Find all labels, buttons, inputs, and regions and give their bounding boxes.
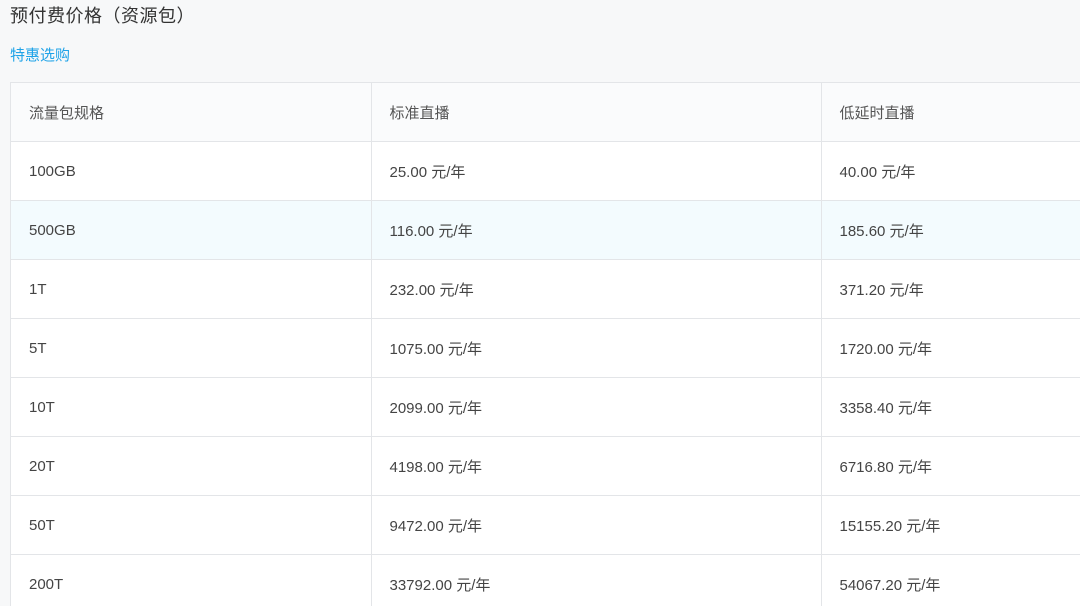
table-row: 200T 33792.00 元/年 54067.20 元/年 [11, 554, 1080, 606]
cell-standard-price: 25.00 元/年 [371, 141, 822, 201]
cell-package-size: 200T [11, 554, 372, 606]
cell-low-latency-price: 40.00 元/年 [821, 141, 1080, 201]
cell-standard-price: 116.00 元/年 [371, 200, 822, 260]
table-row: 1T 232.00 元/年 371.20 元/年 [11, 259, 1080, 319]
cell-standard-price: 9472.00 元/年 [371, 495, 822, 555]
table-header-row: 流量包规格 标准直播 低延时直播 [11, 83, 1080, 142]
promo-purchase-link[interactable]: 特惠选购 [10, 46, 70, 66]
cell-package-size: 100GB [11, 141, 372, 201]
page-title: 预付费价格（资源包） [10, 6, 195, 26]
cell-standard-price: 2099.00 元/年 [371, 377, 822, 437]
cell-package-size: 50T [11, 495, 372, 555]
cell-standard-price: 232.00 元/年 [371, 259, 822, 319]
table-row: 20T 4198.00 元/年 6716.80 元/年 [11, 436, 1080, 496]
table-row: 100GB 25.00 元/年 40.00 元/年 [11, 141, 1080, 201]
price-table: 流量包规格 标准直播 低延时直播 100GB 25.00 元/年 40.00 元… [11, 83, 1080, 606]
cell-package-size: 10T [11, 377, 372, 437]
cell-low-latency-price: 1720.00 元/年 [821, 318, 1080, 378]
table-row: 10T 2099.00 元/年 3358.40 元/年 [11, 377, 1080, 437]
cell-standard-price: 1075.00 元/年 [371, 318, 822, 378]
page: 预付费价格（资源包） 特惠选购 流量包规格 标准直播 低延时直播 100GB 2… [0, 0, 1080, 606]
table-row: 5T 1075.00 元/年 1720.00 元/年 [11, 318, 1080, 378]
column-header-package-size: 流量包规格 [11, 83, 372, 142]
cell-package-size: 5T [11, 318, 372, 378]
table-row: 500GB 116.00 元/年 185.60 元/年 [11, 200, 1080, 260]
cell-standard-price: 33792.00 元/年 [371, 554, 822, 606]
cell-package-size: 1T [11, 259, 372, 319]
column-header-low-latency-live: 低延时直播 [821, 83, 1080, 142]
cell-low-latency-price: 371.20 元/年 [821, 259, 1080, 319]
cell-standard-price: 4198.00 元/年 [371, 436, 822, 496]
column-header-standard-live: 标准直播 [371, 83, 822, 142]
cell-low-latency-price: 6716.80 元/年 [821, 436, 1080, 496]
cell-package-size: 20T [11, 436, 372, 496]
cell-low-latency-price: 3358.40 元/年 [821, 377, 1080, 437]
cell-low-latency-price: 15155.20 元/年 [821, 495, 1080, 555]
price-table-container: 流量包规格 标准直播 低延时直播 100GB 25.00 元/年 40.00 元… [10, 82, 1080, 606]
table-row: 50T 9472.00 元/年 15155.20 元/年 [11, 495, 1080, 555]
cell-low-latency-price: 185.60 元/年 [821, 200, 1080, 260]
cell-package-size: 500GB [11, 200, 372, 260]
cell-low-latency-price: 54067.20 元/年 [821, 554, 1080, 606]
